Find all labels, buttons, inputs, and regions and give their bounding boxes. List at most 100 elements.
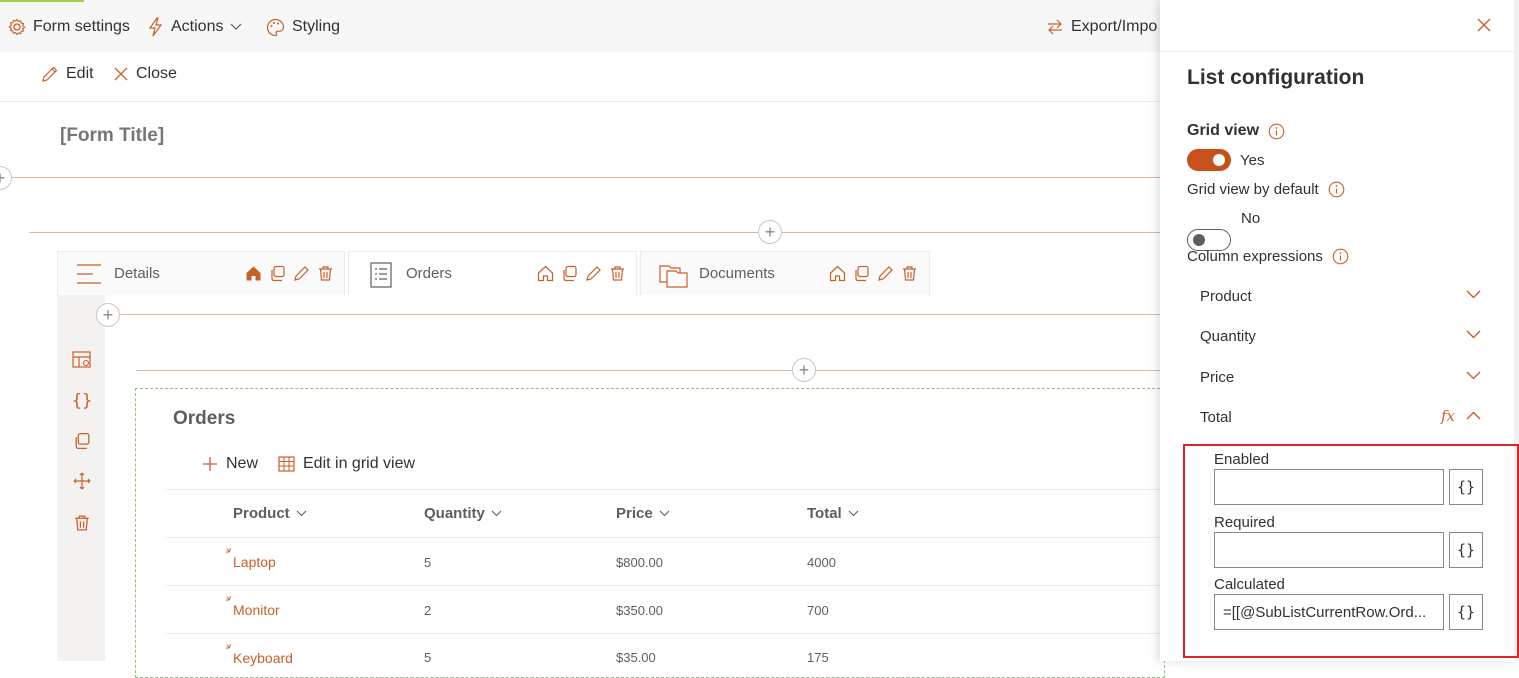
- calculated-field-label: Calculated: [1214, 576, 1285, 593]
- add-section-button[interactable]: +: [792, 358, 816, 382]
- arrows-exchange-icon: [1046, 18, 1064, 36]
- curly-braces-icon[interactable]: {}: [71, 390, 93, 412]
- chevron-down-icon: [1466, 371, 1481, 380]
- list-title: Orders: [173, 408, 236, 429]
- table-divider: [166, 585, 1160, 586]
- close-button[interactable]: Close: [113, 65, 177, 83]
- expression-row-label: Quantity: [1200, 328, 1256, 345]
- form-title[interactable]: [Form Title]: [60, 125, 164, 147]
- table-cell-product[interactable]: Monitor: [233, 602, 280, 618]
- move-icon[interactable]: [71, 470, 93, 492]
- enabled-field-label: Enabled: [1214, 451, 1270, 468]
- column-header-total[interactable]: Total: [807, 505, 859, 522]
- plus-icon: +: [102, 305, 114, 325]
- edit-button[interactable]: Edit: [41, 65, 94, 83]
- home-icon[interactable]: [537, 265, 554, 282]
- column-expressions-label: Column expressions: [1187, 248, 1349, 265]
- grid-view-toggle-value: Yes: [1240, 152, 1265, 169]
- styling-button[interactable]: Styling: [266, 14, 340, 40]
- pencil-icon[interactable]: [293, 265, 310, 282]
- column-header-label: Total: [807, 505, 842, 522]
- add-section-button[interactable]: +: [96, 303, 120, 327]
- expression-row-label: Price: [1200, 369, 1235, 386]
- grid-view-default-label: Grid view by default: [1187, 181, 1345, 198]
- plus-icon: +: [798, 360, 810, 380]
- info-icon[interactable]: [1332, 248, 1349, 265]
- chevron-up-icon: [1466, 411, 1481, 420]
- add-section-button[interactable]: +: [0, 166, 12, 190]
- chevron-down-icon: [659, 510, 670, 517]
- column-header-price[interactable]: Price: [616, 505, 670, 522]
- form-command-bar: Edit Close: [0, 52, 1160, 102]
- table-cell-product[interactable]: Keyboard: [233, 650, 293, 666]
- expression-row-quantity[interactable]: Quantity: [1187, 317, 1497, 357]
- fx-icon: fx: [1441, 407, 1456, 425]
- tab-documents[interactable]: Documents: [640, 251, 930, 295]
- copy-icon[interactable]: [853, 265, 870, 282]
- actions-menu-button[interactable]: Actions: [148, 14, 242, 40]
- table-cell-price: $35.00: [616, 650, 656, 665]
- copy-icon[interactable]: [269, 265, 286, 282]
- column-header-product[interactable]: Product: [233, 505, 307, 522]
- tab-details[interactable]: Details: [57, 251, 345, 295]
- required-expression-editor-button[interactable]: {}: [1449, 532, 1483, 568]
- info-icon[interactable]: [1328, 181, 1345, 198]
- chevron-down-icon: [491, 510, 502, 517]
- new-item-button[interactable]: New: [202, 455, 258, 473]
- close-icon: [113, 66, 129, 82]
- trash-icon[interactable]: [317, 265, 334, 282]
- info-icon[interactable]: [1268, 123, 1285, 140]
- edit-label: Edit: [66, 65, 94, 82]
- toggle-knob: [1193, 234, 1205, 246]
- home-icon[interactable]: [829, 265, 846, 282]
- export-import-button[interactable]: Export/Impo: [1046, 14, 1157, 40]
- loading-progress-bar: [0, 0, 84, 2]
- required-expression-input[interactable]: [1214, 532, 1444, 568]
- toggle-knob: [1213, 154, 1225, 166]
- grid-view-text: Grid view: [1187, 122, 1260, 139]
- section-divider: [119, 314, 1160, 315]
- tab-label: Orders: [406, 265, 452, 282]
- tab-toolbar: [537, 265, 626, 282]
- chevron-down-icon: [1466, 290, 1481, 299]
- add-section-button[interactable]: +: [758, 220, 782, 244]
- plus-icon: +: [764, 222, 776, 242]
- trash-icon[interactable]: [609, 265, 626, 282]
- form-settings-button[interactable]: Form settings: [8, 14, 130, 40]
- edit-grid-view-button[interactable]: Edit in grid view: [278, 455, 415, 473]
- calculated-expression-editor-button[interactable]: {}: [1449, 594, 1483, 630]
- table-settings-icon[interactable]: [71, 349, 93, 371]
- column-header-quantity[interactable]: Quantity: [424, 505, 502, 522]
- section-divider: [0, 177, 1160, 178]
- tab-toolbar: [245, 265, 334, 282]
- pencil-icon[interactable]: [877, 265, 894, 282]
- grid-view-toggle[interactable]: [1187, 149, 1231, 171]
- tab-orders[interactable]: Orders: [348, 251, 637, 295]
- section-divider: [136, 370, 1160, 371]
- table-cell-product[interactable]: Laptop: [233, 554, 276, 570]
- export-import-label: Export/Impo: [1071, 18, 1158, 35]
- pencil-icon[interactable]: [585, 265, 602, 282]
- table-divider: [166, 633, 1160, 634]
- close-label: Close: [136, 65, 177, 82]
- expression-row-label: Product: [1200, 288, 1252, 305]
- panel-close-button[interactable]: [1474, 15, 1496, 37]
- column-header-label: Price: [616, 505, 653, 522]
- panel-header-divider: [1160, 51, 1514, 52]
- copy-icon[interactable]: [71, 430, 93, 452]
- calculated-expression-input[interactable]: [1214, 594, 1444, 630]
- orders-list-control[interactable]: [135, 388, 1165, 678]
- trash-icon[interactable]: [901, 265, 918, 282]
- folders-icon: [659, 262, 689, 288]
- table-cell-quantity: 5: [424, 555, 432, 570]
- expression-row-product[interactable]: Product: [1187, 277, 1497, 317]
- expression-row-total[interactable]: Total fx: [1187, 398, 1497, 438]
- trash-icon[interactable]: [71, 512, 93, 534]
- home-icon[interactable]: [245, 265, 262, 282]
- palette-icon: [266, 18, 285, 37]
- enabled-expression-input[interactable]: [1214, 469, 1444, 505]
- copy-icon[interactable]: [561, 265, 578, 282]
- enabled-expression-editor-button[interactable]: {}: [1449, 469, 1483, 505]
- document-list-icon: [370, 262, 392, 288]
- expression-row-price[interactable]: Price: [1187, 358, 1497, 398]
